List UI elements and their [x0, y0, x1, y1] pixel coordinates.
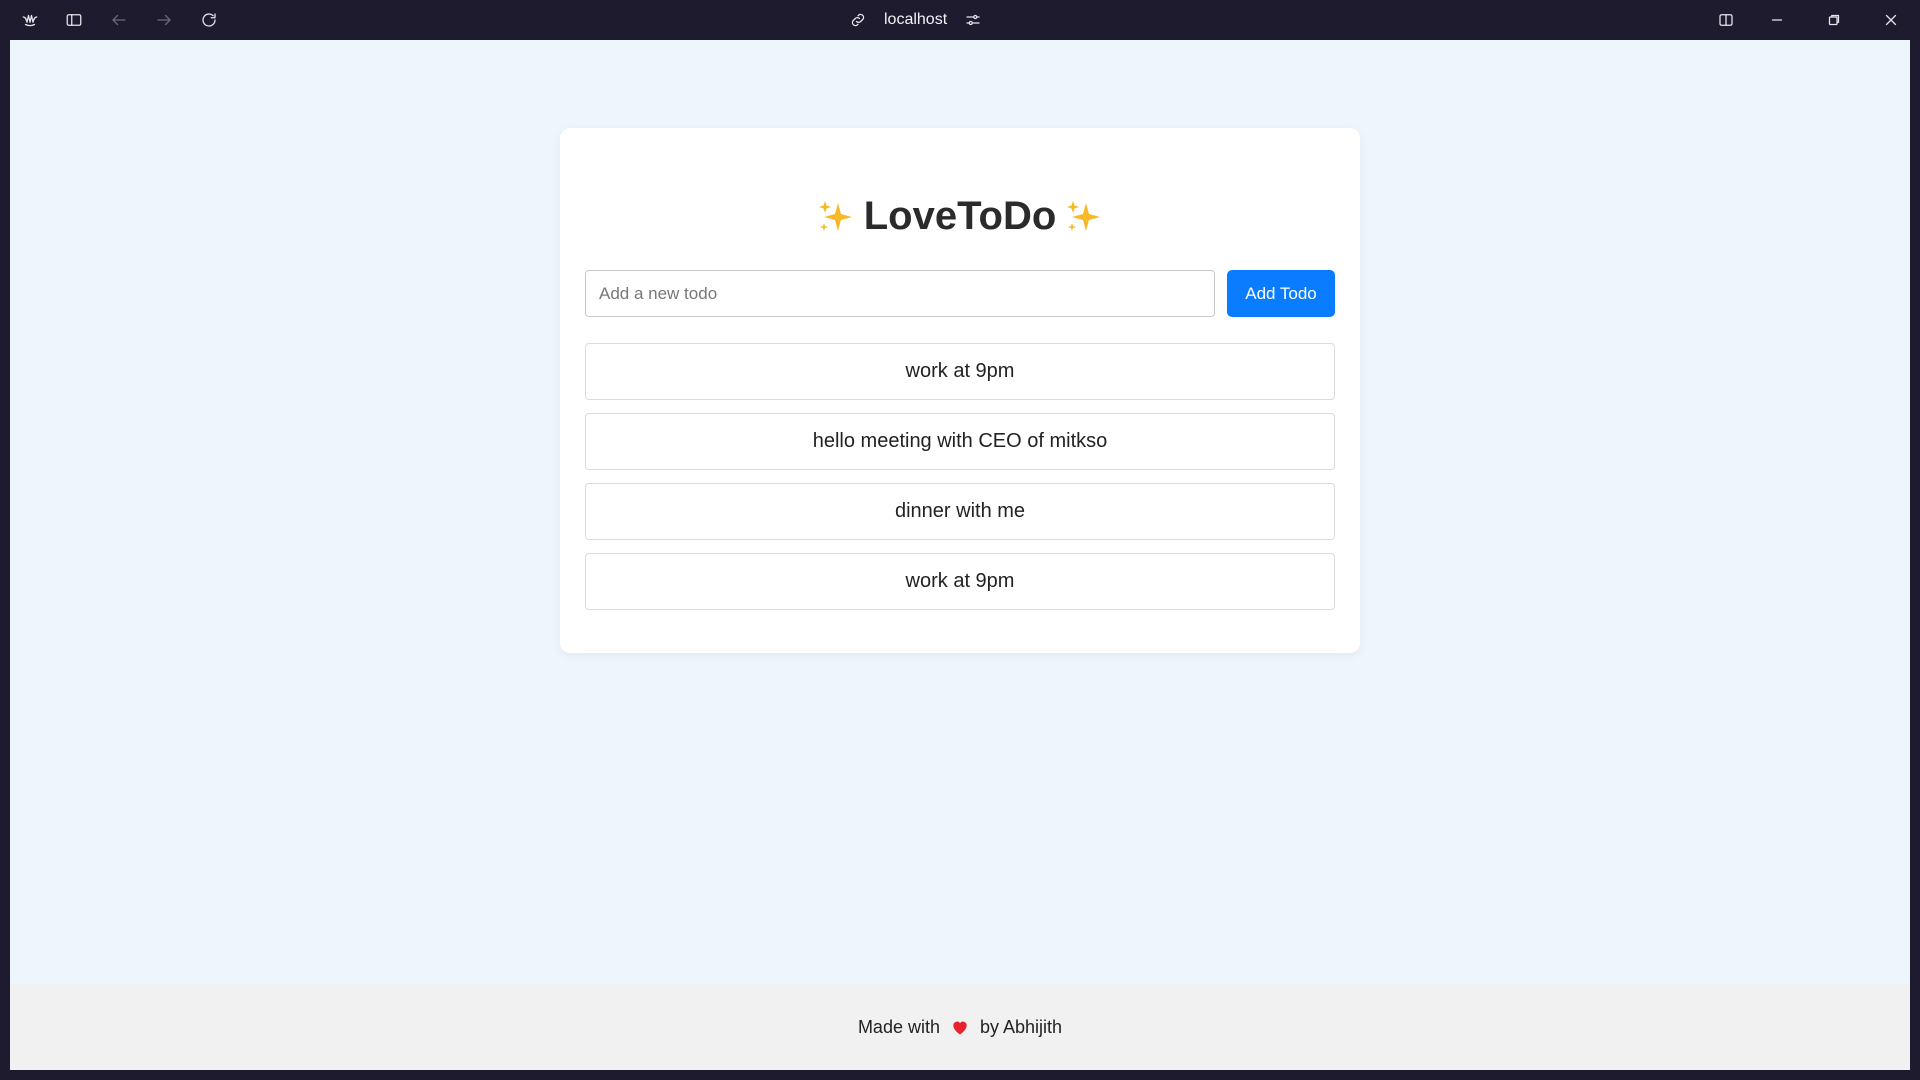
- back-arrow-icon[interactable]: [107, 8, 131, 32]
- sparkles-icon: [1064, 197, 1104, 237]
- add-todo-button[interactable]: Add Todo: [1227, 270, 1335, 317]
- todo-card: LoveToDo Add Todo work at 9pm hello meet…: [560, 128, 1360, 653]
- todo-item[interactable]: work at 9pm: [585, 343, 1335, 400]
- close-icon[interactable]: [1879, 8, 1903, 32]
- footer-prefix: Made with: [857, 1016, 940, 1037]
- page-viewport: LoveToDo Add Todo work at 9pm hello meet…: [10, 40, 1910, 1070]
- heart-icon: [950, 1017, 970, 1037]
- footer-suffix: by Abhijith: [979, 1016, 1063, 1037]
- page-title-row: LoveToDo: [560, 194, 1360, 239]
- page-title: LoveToDo: [863, 194, 1057, 238]
- address-text[interactable]: localhost: [884, 11, 947, 29]
- todo-list: work at 9pm hello meeting with CEO of mi…: [585, 343, 1335, 623]
- sidebar-toggle-icon[interactable]: [62, 8, 86, 32]
- sliders-icon[interactable]: [961, 8, 985, 32]
- page-footer: Made with by Abhijith: [10, 984, 1910, 1070]
- todo-item[interactable]: work at 9pm: [585, 553, 1335, 610]
- restore-icon[interactable]: [1822, 8, 1846, 32]
- browser-toolbar: localhost: [0, 0, 1920, 40]
- forward-arrow-icon[interactable]: [152, 8, 176, 32]
- minimize-icon[interactable]: [1765, 8, 1789, 32]
- browser-logo-icon[interactable]: [18, 8, 42, 32]
- todo-item[interactable]: hello meeting with CEO of mitkso: [585, 413, 1335, 470]
- add-todo-form: Add Todo: [585, 270, 1335, 317]
- sparkles-icon: [816, 197, 856, 237]
- split-view-icon[interactable]: [1714, 8, 1738, 32]
- todo-item[interactable]: dinner with me: [585, 483, 1335, 540]
- reload-icon[interactable]: [197, 8, 221, 32]
- link-icon[interactable]: [846, 8, 870, 32]
- address-bar[interactable]: localhost: [846, 6, 985, 34]
- todo-input[interactable]: [585, 270, 1215, 317]
